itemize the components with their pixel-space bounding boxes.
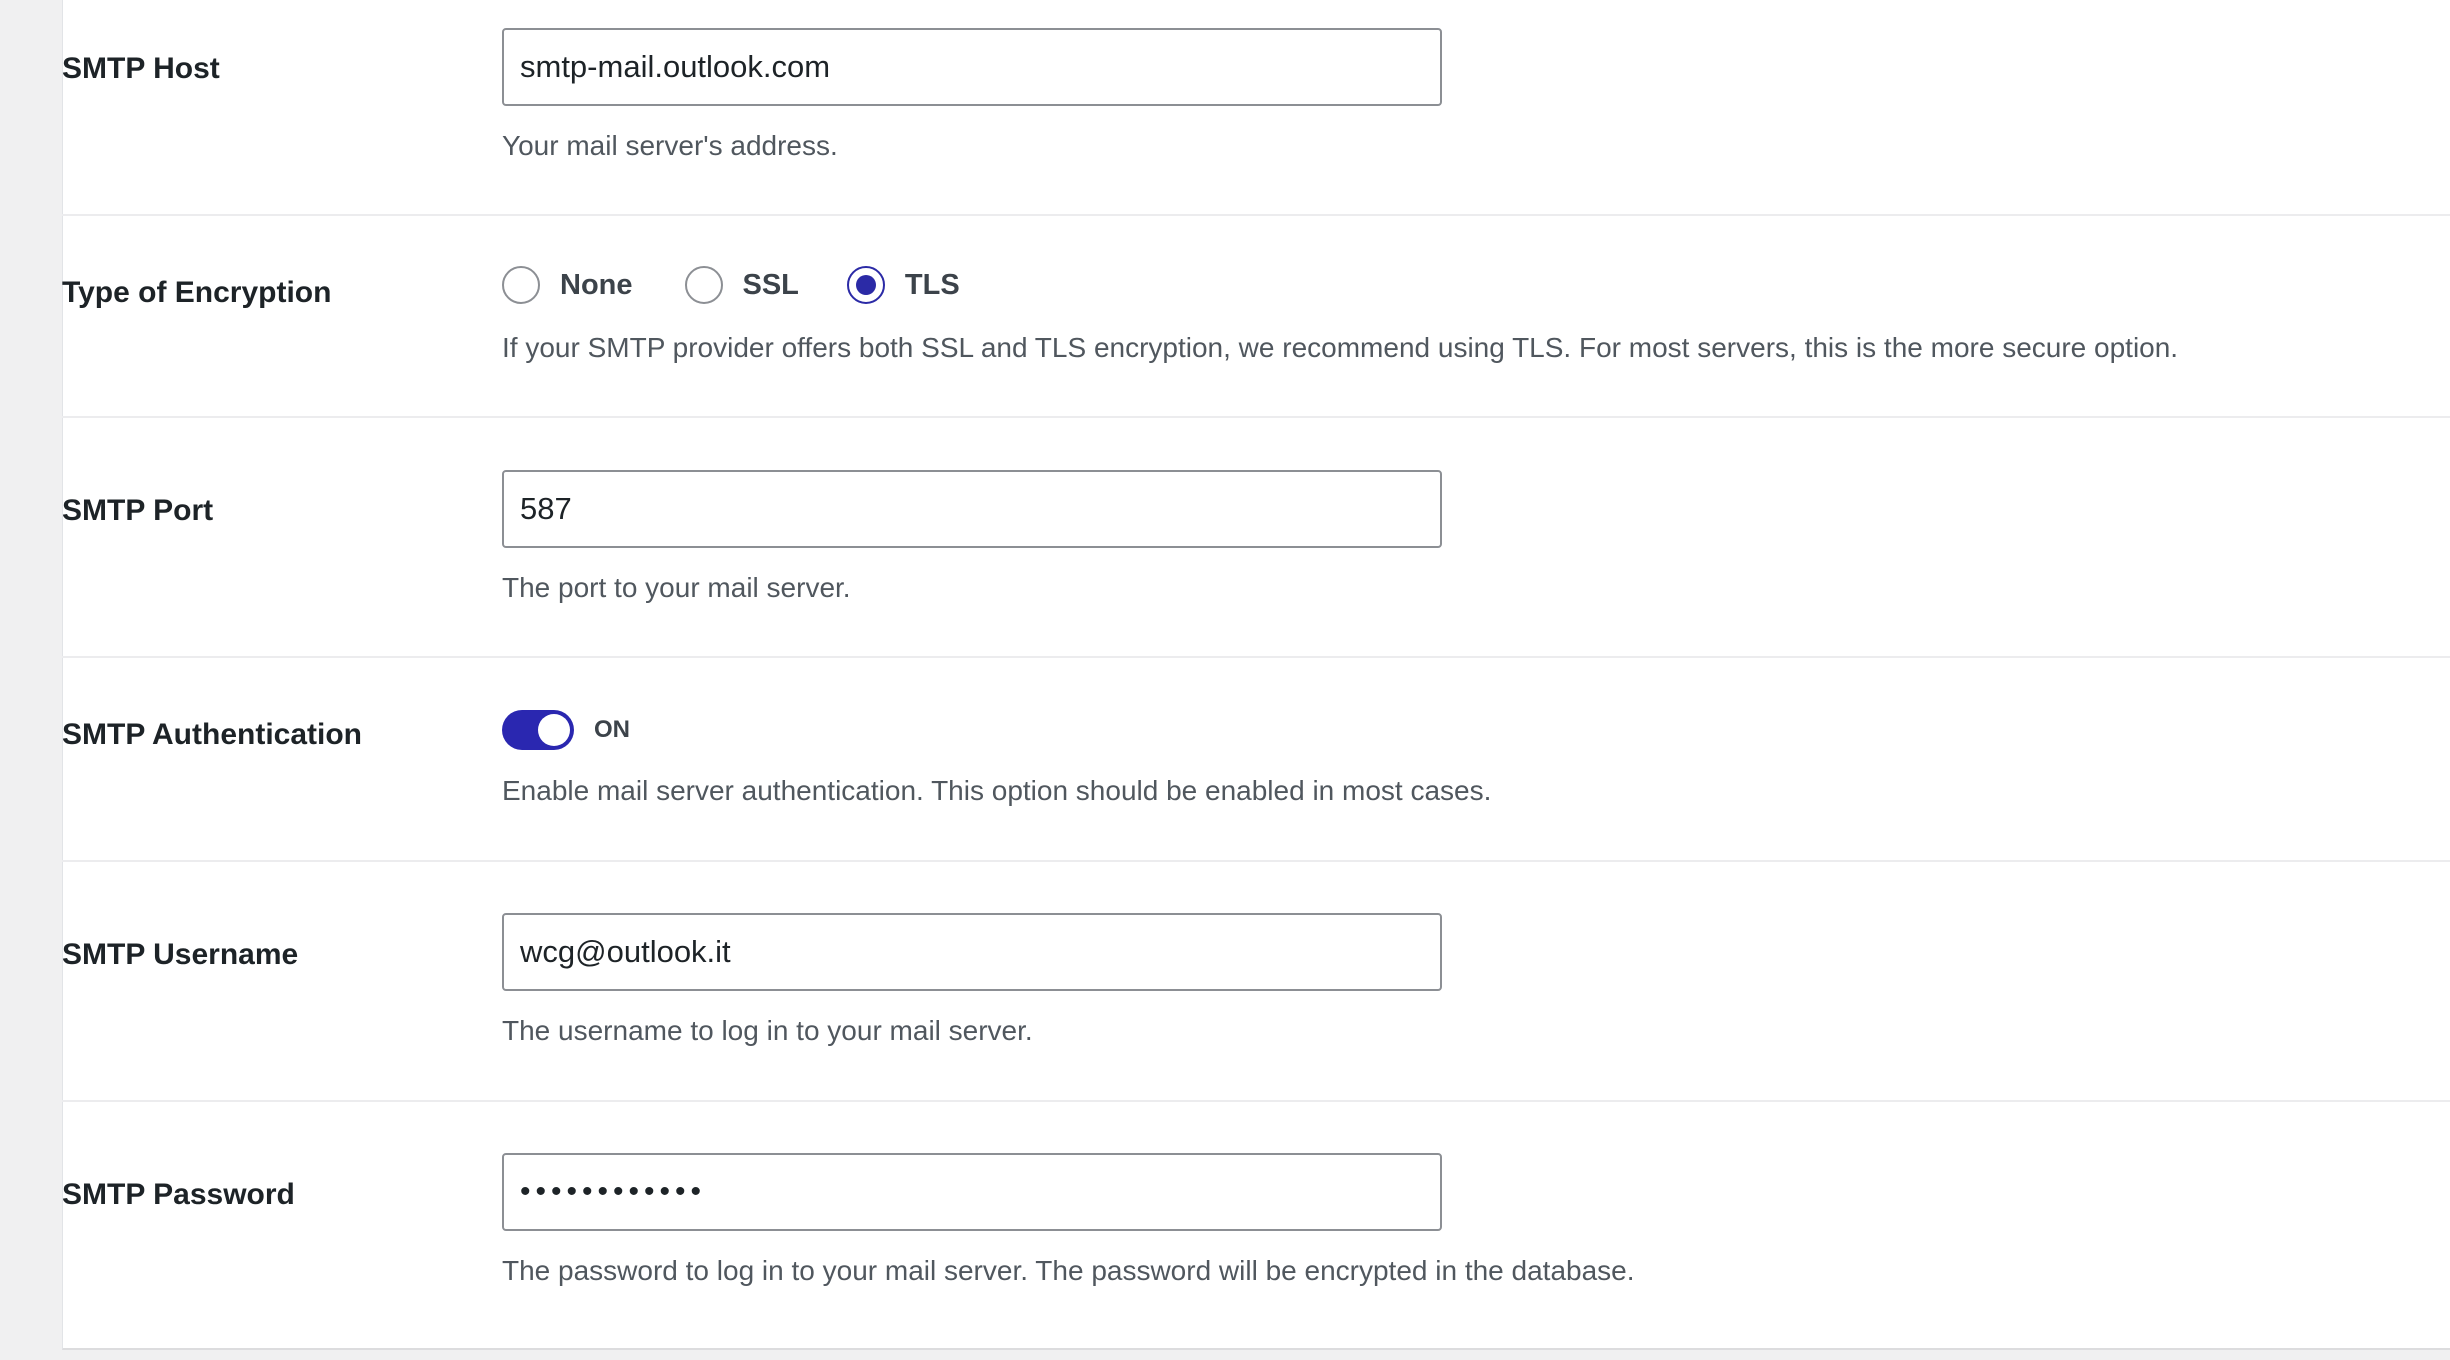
smtp-auth-state-label: ON (594, 716, 630, 743)
radio-ssl[interactable] (684, 266, 723, 304)
smtp-port-label: SMTP Port (62, 494, 214, 527)
smtp-port-description: The port to your mail server. (502, 572, 851, 603)
encryption-description: If your SMTP provider offers both SSL an… (502, 332, 2179, 363)
radio-none-label: None (560, 268, 633, 301)
toggle-knob (538, 714, 570, 746)
smtp-password-input[interactable]: •••••••••••• (502, 1153, 1442, 1231)
smtp-auth-toggle[interactable] (502, 710, 574, 750)
encryption-row (62, 216, 2450, 418)
smtp-auth-toggle-wrap: ON (502, 710, 630, 750)
smtp-username-description: The username to log in to your mail serv… (502, 1015, 1033, 1046)
encryption-option-ssl[interactable]: SSL (684, 266, 799, 304)
radio-none[interactable] (502, 266, 540, 304)
encryption-label: Type of Encryption (62, 276, 332, 309)
smtp-port-input[interactable]: 587 (502, 470, 1442, 548)
smtp-host-input[interactable]: smtp-mail.outlook.com (502, 28, 1442, 106)
smtp-password-label: SMTP Password (62, 1178, 295, 1211)
radio-ssl-label: SSL (742, 268, 799, 301)
encryption-option-none[interactable]: None (502, 266, 633, 304)
encryption-option-tls[interactable]: TLS (846, 266, 960, 304)
encryption-radio-group: None SSL TLS (502, 266, 1012, 304)
smtp-auth-description: Enable mail server authentication. This … (502, 775, 1492, 806)
smtp-username-input[interactable]: wcg@outlook.it (502, 913, 1442, 991)
smtp-auth-row (62, 658, 2450, 862)
smtp-host-description: Your mail server's address. (502, 130, 838, 161)
radio-tls[interactable] (846, 266, 885, 304)
smtp-username-label: SMTP Username (62, 938, 299, 971)
radio-tls-label: TLS (904, 268, 960, 301)
smtp-password-description: The password to log in to your mail serv… (502, 1255, 1635, 1286)
radio-selected-dot (855, 275, 876, 295)
smtp-host-label: SMTP Host (62, 52, 220, 85)
smtp-auth-label: SMTP Authentication (62, 718, 362, 751)
